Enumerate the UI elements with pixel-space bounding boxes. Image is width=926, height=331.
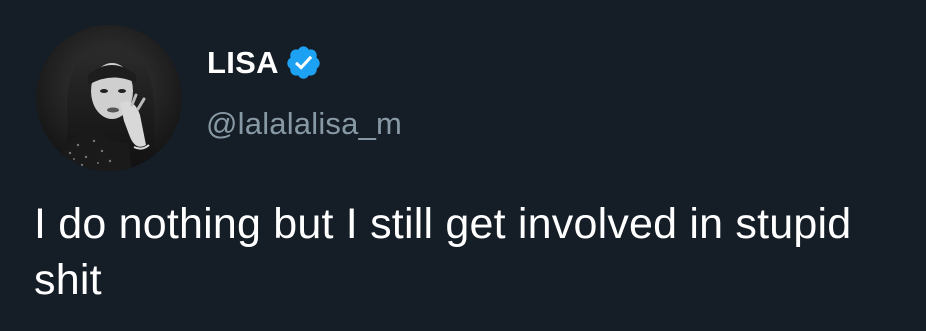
verified-badge-icon xyxy=(285,44,322,81)
avatar-image xyxy=(36,25,182,171)
tweet-text: I do nothing but I still get involved in… xyxy=(34,200,852,304)
profile-avatar[interactable] xyxy=(36,25,182,171)
author-name-row: LISA xyxy=(207,40,322,84)
author-display-name[interactable]: LISA xyxy=(207,47,279,78)
tweet-card: LISA @lalalalisa_m I do nothing but I st… xyxy=(0,0,926,331)
author-handle[interactable]: @lalalalisa_m xyxy=(206,108,402,139)
